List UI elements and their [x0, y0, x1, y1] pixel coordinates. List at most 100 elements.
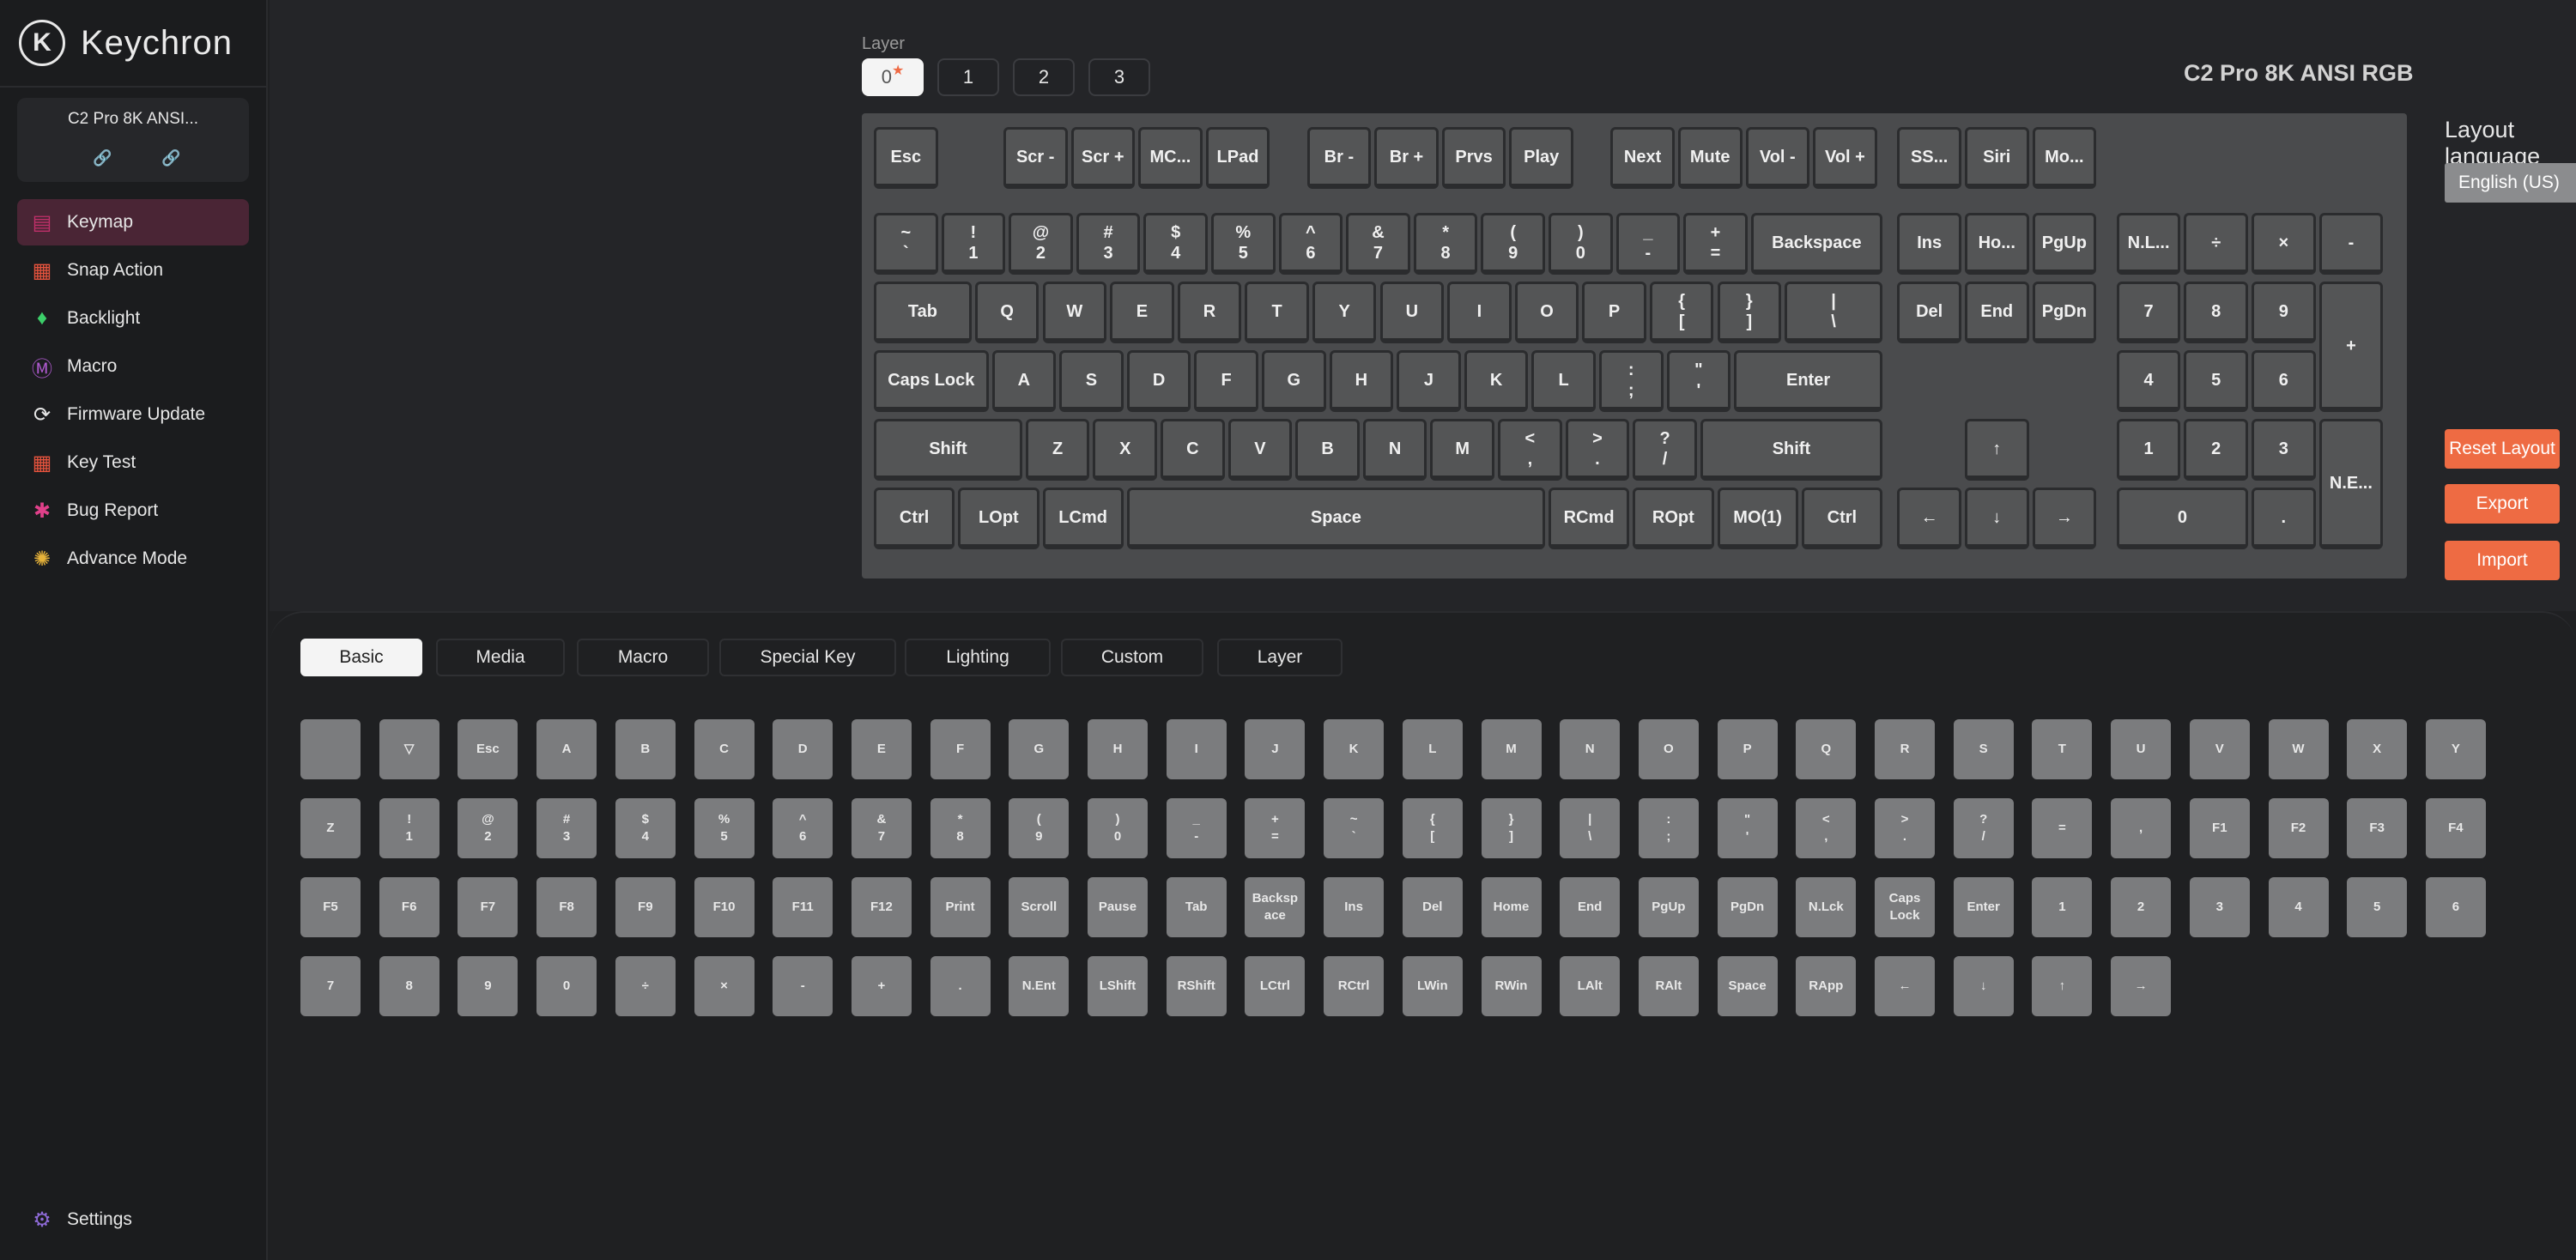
key-l[interactable]: L [1531, 350, 1596, 412]
layer-tab-0[interactable]: 0 ★ [862, 58, 924, 96]
sidebar-item-key-test[interactable]: ▦ Key Test [17, 439, 249, 486]
sidebar-item-snap-action[interactable]: ▦ Snap Action [17, 247, 249, 294]
key-w[interactable]: W [1042, 282, 1107, 343]
key-6[interactable]: 6 [2252, 350, 2316, 412]
palette-key-v[interactable]: V [2189, 719, 2250, 779]
palette-key-r[interactable]: R [1875, 719, 1935, 779]
palette-key-5[interactable]: % 5 [694, 798, 755, 858]
palette-key-4[interactable]: $ 4 [615, 798, 676, 858]
palette-key-blank[interactable]: : ; [1638, 798, 1699, 858]
key-mo[interactable]: Mo... [2032, 127, 2097, 189]
palette-key-lshift[interactable]: LShift [1088, 956, 1148, 1016]
palette-key-rctrl[interactable]: RCtrl [1324, 956, 1385, 1016]
palette-key-ralt[interactable]: RAlt [1638, 956, 1699, 1016]
key-n-e[interactable]: N.E... [2318, 419, 2384, 549]
sidebar-item-macro[interactable]: Ⓜ Macro [17, 343, 249, 390]
sidebar-item-keymap[interactable]: ▤ Keymap [17, 199, 249, 245]
key-d[interactable]: D [1126, 350, 1191, 412]
key-br[interactable]: Br - [1306, 127, 1372, 189]
key-n[interactable]: N [1362, 419, 1427, 481]
palette-key-blank[interactable]: = [2032, 798, 2093, 858]
palette-key-blank[interactable]: ↓ [1953, 956, 2014, 1016]
key-pgup[interactable]: PgUp [2032, 213, 2097, 275]
key-blank[interactable]: + = [1683, 213, 1748, 275]
key-blank[interactable]: ↑ [1964, 419, 2029, 481]
palette-key-f4[interactable]: F4 [2425, 798, 2486, 858]
key-2[interactable]: 2 [2184, 419, 2248, 481]
palette-key-blank[interactable]: , [2111, 798, 2172, 858]
key-blank[interactable]: ~ ` [874, 213, 938, 275]
key-blank[interactable]: + [2318, 282, 2384, 412]
palette-key-y[interactable]: Y [2425, 719, 2486, 779]
palette-key-tab[interactable]: Tab [1166, 877, 1227, 937]
key-tab[interactable]: Tab [874, 282, 972, 343]
key-blank[interactable]: < , [1498, 419, 1562, 481]
key-3[interactable]: 3 [2252, 419, 2316, 481]
key-n-l[interactable]: N.L... [2116, 213, 2181, 275]
key-blank[interactable]: > . [1565, 419, 1630, 481]
palette-key-n[interactable]: N [1560, 719, 1621, 779]
key-blank[interactable]: ? / [1633, 419, 1697, 481]
palette-key-i[interactable]: I [1166, 719, 1227, 779]
palette-key-f10[interactable]: F10 [694, 877, 755, 937]
key-j[interactable]: J [1397, 350, 1461, 412]
key-ctrl[interactable]: Ctrl [874, 488, 955, 549]
key-blank[interactable]: - [2318, 213, 2384, 275]
palette-key-f12[interactable]: F12 [851, 877, 912, 937]
key-mute[interactable]: Mute [1677, 127, 1743, 189]
import-button[interactable]: Import [2445, 541, 2560, 580]
palette-key-o[interactable]: O [1638, 719, 1699, 779]
palette-key-blank[interactable]: ÷ [615, 956, 676, 1016]
key-5[interactable]: 5 [2184, 350, 2248, 412]
palette-key-q[interactable]: Q [1796, 719, 1857, 779]
key-0[interactable]: ) 0 [1549, 213, 1613, 275]
key-end[interactable]: End [1964, 282, 2029, 343]
key-blank[interactable]: → [2032, 488, 2097, 549]
key-0[interactable]: 0 [2116, 488, 2248, 549]
palette-key-f1[interactable]: F1 [2189, 798, 2250, 858]
palette-key-f9[interactable]: F9 [615, 877, 676, 937]
key-u[interactable]: U [1379, 282, 1445, 343]
key-blank[interactable]: } ] [1717, 282, 1782, 343]
palette-key-f[interactable]: F [930, 719, 991, 779]
key-4[interactable]: 4 [2116, 350, 2181, 412]
palette-key-blank[interactable]: } ] [1481, 798, 1542, 858]
key-blank[interactable]: × [2252, 213, 2316, 275]
palette-key-ins[interactable]: Ins [1324, 877, 1385, 937]
palette-key-blank[interactable]: → [2111, 956, 2172, 1016]
key-x[interactable]: X [1093, 419, 1158, 481]
key-blank[interactable]: ÷ [2184, 213, 2248, 275]
key-2[interactable]: @ 2 [1009, 213, 1073, 275]
key-ctrl[interactable]: Ctrl [1801, 488, 1882, 549]
palette-key-5[interactable]: 5 [2347, 877, 2408, 937]
key-1[interactable]: ! 1 [941, 213, 1006, 275]
palette-key-blank[interactable]: ~ ` [1324, 798, 1385, 858]
palette-key-3[interactable]: 3 [2189, 877, 2250, 937]
palette-key-blank[interactable]: | \ [1560, 798, 1621, 858]
key-y[interactable]: Y [1312, 282, 1377, 343]
palette-key-f2[interactable]: F2 [2268, 798, 2329, 858]
palette-key-g[interactable]: G [1009, 719, 1070, 779]
key-i[interactable]: I [1447, 282, 1512, 343]
layer-tab-1[interactable]: 1 [937, 58, 999, 96]
palette-key-0[interactable]: ) 0 [1088, 798, 1148, 858]
key-play[interactable]: Play [1509, 127, 1573, 189]
key-backspace[interactable]: Backspace [1750, 213, 1882, 275]
key-vol[interactable]: Vol - [1745, 127, 1810, 189]
palette-key-d[interactable]: D [773, 719, 833, 779]
palette-key-f8[interactable]: F8 [536, 877, 597, 937]
key-shift[interactable]: Shift [1700, 419, 1882, 481]
palette-key-rshift[interactable]: RShift [1166, 956, 1227, 1016]
key-o[interactable]: O [1514, 282, 1579, 343]
key-blank[interactable]: _ - [1615, 213, 1681, 275]
palette-key-backsp-ace[interactable]: Backsp ace [1245, 877, 1306, 937]
palette-key-c[interactable]: C [694, 719, 755, 779]
key-s[interactable]: S [1059, 350, 1124, 412]
palette-key-f6[interactable]: F6 [379, 877, 439, 937]
unlink-icon[interactable]: 🔗 [161, 149, 180, 167]
key-siri[interactable]: Siri [1964, 127, 2029, 189]
palette-key-caps-lock[interactable]: Caps Lock [1875, 877, 1935, 937]
key-br[interactable]: Br + [1374, 127, 1439, 189]
palette-key-enter[interactable]: Enter [1953, 877, 2014, 937]
palette-key-x[interactable]: X [2347, 719, 2408, 779]
